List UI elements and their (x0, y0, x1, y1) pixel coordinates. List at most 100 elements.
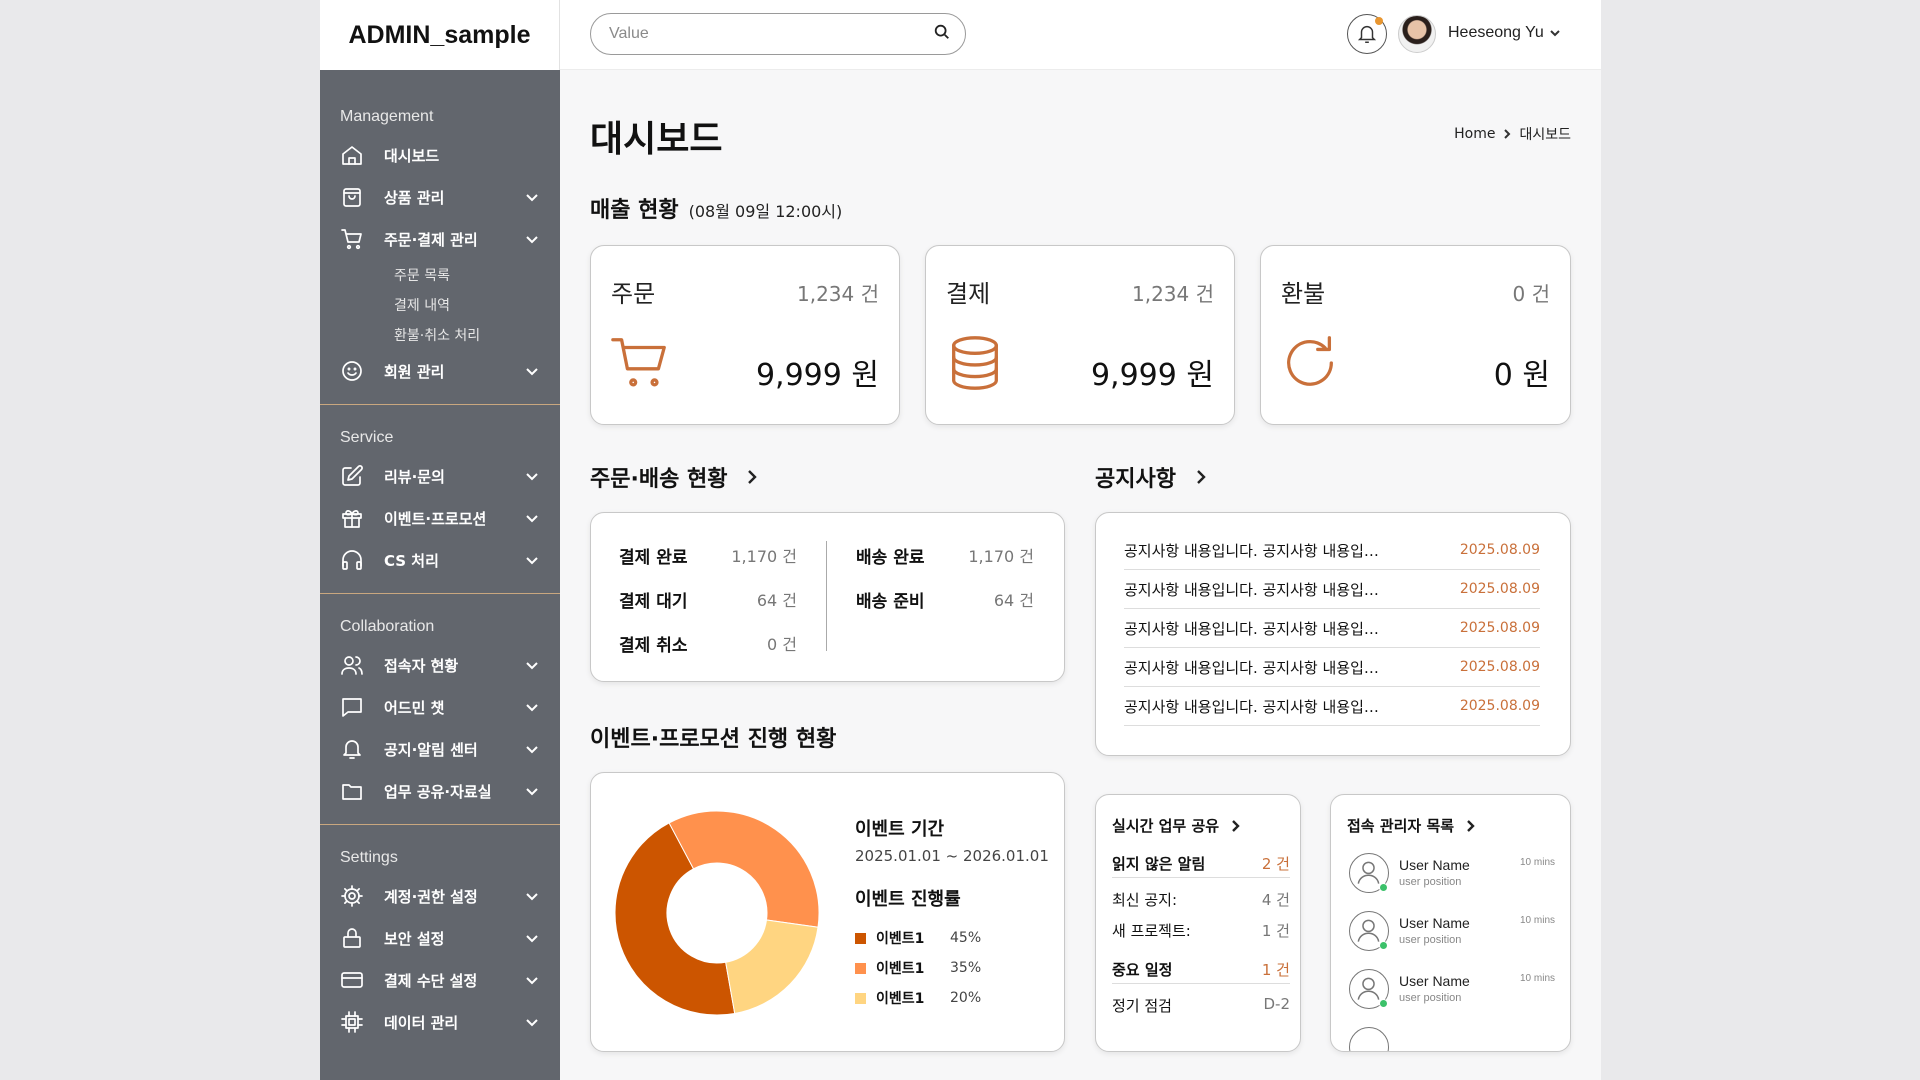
chevron-down-icon[interactable] (524, 930, 540, 946)
sidebar-item-label: 이벤트·프로모션 (384, 509, 487, 528)
sales-title: 매출 현황 (590, 198, 679, 223)
admin-list-title[interactable]: 접속 관리자 목록 (1347, 815, 1478, 836)
realtime-title-text: 실시간 업무 공유 (1112, 817, 1220, 835)
notice-row[interactable]: 공지사항 내용입니다. 공지사항 내용입… 2025.08.09 (1124, 648, 1540, 687)
search-box[interactable] (590, 13, 966, 55)
notice-date: 2025.08.09 (1459, 698, 1540, 714)
legend-item: 이벤트1 20% (855, 988, 981, 1008)
stat-card-orders[interactable]: 주문 1,234 건 9,999 원 (590, 245, 900, 425)
stat-card-payments[interactable]: 결제 1,234 건 9,999 원 (925, 245, 1235, 425)
sidebar-item-label: 접속자 현황 (384, 656, 459, 675)
stat-count: 1,234 건 (796, 282, 879, 306)
sidebar-item-dashboard[interactable]: 대시보드 (320, 134, 560, 176)
realtime-label: 새 프로젝트: (1112, 922, 1191, 940)
order-stat-row: 결제 취소 0 건 (619, 631, 797, 656)
breadcrumb-current: 대시보드 (1519, 127, 1571, 143)
chevron-down-icon[interactable] (524, 510, 540, 526)
notice-row[interactable]: 공지사항 내용입니다. 공지사항 내용입… 2025.08.09 (1124, 531, 1540, 570)
chevron-down-icon[interactable] (524, 1014, 540, 1030)
logo[interactable]: ADMIN_sample (320, 0, 560, 70)
sidebar-item-orders[interactable]: 주문·결제 관리 (320, 218, 560, 260)
stat-name: 결제 (946, 280, 991, 308)
sidebar-item-payment-methods[interactable]: 결제 수단 설정 (320, 959, 560, 1001)
sidebar-item-label: 결제 수단 설정 (384, 971, 478, 990)
notice-row[interactable]: 공지사항 내용입니다. 공지사항 내용입… 2025.08.09 (1124, 570, 1540, 609)
sidebar-item-products[interactable]: 상품 관리 (320, 176, 560, 218)
chevron-down-icon[interactable] (524, 468, 540, 484)
sidebar-subitem-refunds[interactable]: 환불·취소 처리 (320, 320, 560, 350)
sidebar-item-label: 데이터 관리 (384, 1013, 459, 1032)
sidebar-section-collaboration: Collaboration 접속자 현황 어드민 챗 공지·알림 센터 업무 공… (320, 593, 560, 812)
notice-row[interactable]: 공지사항 내용입니다. 공지사항 내용입… 2025.08.09 (1124, 609, 1540, 648)
chevron-right-icon (1504, 129, 1511, 139)
chevron-down-icon[interactable] (524, 231, 540, 247)
card-icon (340, 968, 364, 992)
chevron-down-icon[interactable] (524, 552, 540, 568)
search-input[interactable] (609, 25, 933, 43)
orders-title: 주문·배송 현황 (590, 467, 728, 492)
chevron-down-icon[interactable] (524, 741, 540, 757)
sidebar-subitem-order-list[interactable]: 주문 목록 (320, 260, 560, 290)
online-status-dot (1379, 883, 1388, 892)
sidebar-item-cs[interactable]: CS 처리 (320, 539, 560, 581)
sidebar-item-visitors[interactable]: 접속자 현황 (320, 644, 560, 686)
breadcrumb-home[interactable]: Home (1454, 126, 1495, 142)
sidebar-item-accounts[interactable]: 계정·권한 설정 (320, 875, 560, 917)
sidebar-item-notice-center[interactable]: 공지·알림 센터 (320, 728, 560, 770)
sidebar-section-title: Collaboration (340, 618, 435, 635)
sidebar-subitem-payments[interactable]: 결제 내역 (320, 290, 560, 320)
sidebar-item-events[interactable]: 이벤트·프로모션 (320, 497, 560, 539)
realtime-title[interactable]: 실시간 업무 공유 (1112, 815, 1243, 836)
admin-row[interactable]: User Name user position 10 mins (1349, 853, 1559, 899)
stat-count: 0 건 (1512, 282, 1550, 306)
realtime-row[interactable]: 정기 점검 D-2 (1112, 995, 1290, 1016)
delivery-stat-label: 배송 준비 (856, 592, 925, 612)
sidebar-item-label: 공지·알림 센터 (384, 740, 478, 759)
orders-section-title[interactable]: 주문·배송 현황 (590, 461, 761, 493)
sidebar-item-security[interactable]: 보안 설정 (320, 917, 560, 959)
admin-row[interactable]: User Name user position 10 mins (1349, 969, 1559, 1015)
users-icon (340, 653, 364, 677)
page-title: 대시보드 (590, 119, 723, 160)
headset-icon (340, 548, 364, 572)
chevron-down-icon[interactable] (524, 363, 540, 379)
notice-row[interactable]: 공지사항 내용입니다. 공지사항 내용입… 2025.08.09 (1124, 687, 1540, 726)
sidebar-section-settings: Settings 계정·권한 설정 보안 설정 결제 수단 설정 데이터 관리 (320, 824, 560, 1043)
user-menu[interactable]: Heeseong Yu (1448, 24, 1562, 42)
delivery-stat-value: 1,170 건 (968, 547, 1034, 566)
user-name: Heeseong Yu (1448, 24, 1544, 41)
realtime-row[interactable]: 중요 일정 1 건 (1112, 959, 1290, 980)
gift-icon (340, 506, 364, 530)
sidebar-item-data[interactable]: 데이터 관리 (320, 1001, 560, 1043)
event-donut-chart (614, 810, 820, 1016)
sidebar-item-archive[interactable]: 업무 공유·자료실 (320, 770, 560, 812)
stat-card-refunds[interactable]: 환불 0 건 0 원 (1260, 245, 1571, 425)
admin-row[interactable]: User Name user position 10 mins (1349, 911, 1559, 957)
delivery-stat-value: 64 건 (993, 591, 1034, 610)
search-icon[interactable] (933, 23, 951, 45)
sidebar-item-members[interactable]: 회원 관리 (320, 350, 560, 392)
notice-date: 2025.08.09 (1459, 620, 1540, 636)
chevron-down-icon[interactable] (524, 699, 540, 715)
chevron-down-icon (1550, 30, 1560, 37)
chevron-down-icon[interactable] (524, 888, 540, 904)
realtime-row[interactable]: 최신 공지: 4 건 (1112, 889, 1290, 910)
sidebar-item-admin-chat[interactable]: 어드민 챗 (320, 686, 560, 728)
stat-name: 환불 (1281, 280, 1326, 308)
sidebar-section-title: Service (340, 429, 394, 446)
chevron-down-icon[interactable] (524, 189, 540, 205)
chevron-down-icon[interactable] (524, 657, 540, 673)
admin-name: User Name (1399, 915, 1470, 931)
chevron-right-icon[interactable] (1186, 467, 1210, 492)
chevron-right-icon[interactable] (737, 467, 761, 492)
notification-button[interactable] (1347, 14, 1387, 54)
donut-slice-3 (725, 919, 819, 1015)
avatar[interactable] (1398, 15, 1436, 53)
realtime-row[interactable]: 읽지 않은 알림 2 건 (1112, 853, 1290, 874)
notices-section-title[interactable]: 공지사항 (1095, 461, 1210, 493)
realtime-row[interactable]: 새 프로젝트: 1 건 (1112, 920, 1290, 941)
legend-swatch (855, 992, 866, 1004)
sidebar-item-reviews[interactable]: 리뷰·문의 (320, 455, 560, 497)
chevron-down-icon[interactable] (524, 972, 540, 988)
chevron-down-icon[interactable] (524, 783, 540, 799)
